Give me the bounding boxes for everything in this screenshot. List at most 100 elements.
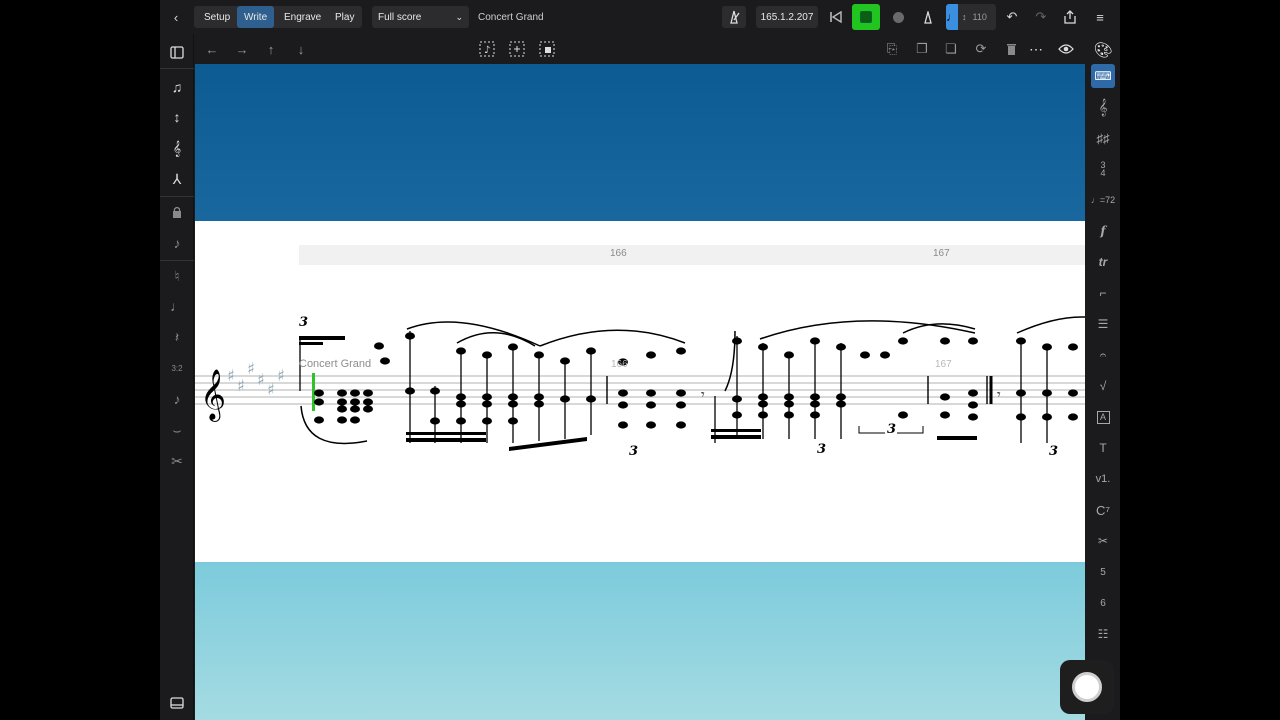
rest-icon[interactable]: 𝄽	[165, 325, 189, 349]
key-signature: ♯♯♯ ♯♯♯	[227, 359, 285, 399]
app-window: ‹ Setup Write Engrave Play Full score ⌄ …	[160, 0, 1120, 720]
fingering-icon[interactable]: 6	[1091, 591, 1115, 615]
time-signature-icon[interactable]: 34	[1091, 157, 1115, 181]
svg-text:♯: ♯	[227, 366, 235, 385]
stems	[299, 331, 1048, 443]
stop-square-icon	[860, 11, 872, 23]
mode-tab-write[interactable]: Write	[237, 6, 275, 28]
scissors-icon[interactable]: ✂	[165, 449, 189, 473]
tuplet-icon[interactable]: 3:2	[165, 356, 189, 380]
arrow-right-icon[interactable]: →	[231, 38, 253, 60]
mode-tab-engrave[interactable]: Engrave	[277, 6, 328, 28]
more-options-icon[interactable]: ⋯	[1025, 38, 1047, 60]
keyboard-icon[interactable]: ⌨	[1091, 64, 1115, 88]
redo-icon[interactable]: ↷	[1029, 6, 1053, 28]
rewind-icon[interactable]	[824, 6, 848, 28]
layout-dropdown-label: Full score	[378, 11, 422, 23]
score-view[interactable]: 166 167 𝄞 ♯ ♯ ♯ ♯ ♯ ♯ 𝄾 𝄾 3 3 3 3 3 Conc…	[195, 64, 1085, 720]
record-icon[interactable]	[886, 6, 910, 28]
quarter-note-icon: ♩	[946, 4, 958, 30]
key-signature-icon[interactable]: ♯♯	[1091, 126, 1115, 150]
dynamics-icon[interactable]: f	[1091, 219, 1115, 243]
text-icon[interactable]: T	[1091, 436, 1115, 460]
tie-icon[interactable]: ⌣	[165, 418, 189, 442]
note-heads	[314, 332, 1078, 429]
mode-tab-play[interactable]: Play	[328, 6, 361, 28]
arrow-left-icon[interactable]: ←	[201, 38, 223, 60]
holds-icon[interactable]: 𝄐	[1091, 343, 1115, 367]
left-panel: ♫ ↕ 𝄞 ⅄ ♪ ♮ ♩ 𝄽 3:2 ♪ ⌣ ✂	[160, 34, 194, 720]
arrow-up-icon[interactable]: ↑	[260, 38, 282, 60]
record-circle-icon	[1072, 672, 1102, 702]
tuplet-number: 3	[299, 315, 309, 330]
bars-icon[interactable]: ☰	[1091, 312, 1115, 336]
grace-note-icon[interactable]: ♪	[165, 231, 189, 255]
svg-text:♯: ♯	[277, 366, 285, 385]
copy-icon[interactable]: ❐	[911, 38, 933, 60]
swap-icon[interactable]: ⟳	[970, 38, 992, 60]
staff-instrument-label: Concert Grand	[299, 358, 372, 370]
undo-icon[interactable]: ↶	[1000, 6, 1024, 28]
inline-bar-number: 166	[611, 359, 628, 370]
insert-icon[interactable]: ↕	[165, 105, 189, 129]
metronome-icon[interactable]	[722, 6, 746, 28]
svg-text:♪: ♪	[484, 45, 490, 56]
screen-record-button[interactable]	[1060, 660, 1114, 714]
top-toolbar: ‹ Setup Write Engrave Play Full score ⌄ …	[160, 0, 1120, 34]
more-icon[interactable]: ☷	[1091, 622, 1115, 646]
treble-clef: 𝄞	[200, 369, 226, 422]
palette-icon[interactable]: 🎨︎	[1091, 38, 1115, 62]
tempo-icon[interactable]: ♩=72	[1091, 188, 1115, 212]
back-chevron-icon[interactable]: ‹	[164, 6, 188, 28]
secondary-toolbar: ← → ↑ ↓ ♪ ⎘ ❐ ❏ ⟳	[194, 34, 1085, 64]
select-more-icon[interactable]	[536, 38, 558, 60]
svg-text:𝄾: 𝄾	[701, 387, 705, 403]
tuplet-number: 3	[1049, 444, 1059, 459]
svg-text:♯: ♯	[267, 380, 275, 399]
mode-tab-setup[interactable]: Setup	[197, 6, 237, 28]
lock-icon[interactable]	[165, 200, 189, 224]
arrow-down-icon[interactable]: ↓	[290, 38, 312, 60]
chord-symbol-icon[interactable]: C⁷	[1091, 498, 1115, 522]
filter-icon[interactable]: ⎘	[881, 38, 903, 60]
staff-system[interactable]: 𝄞 ♯♯♯ ♯♯♯ 𝄾 𝄾	[195, 221, 1085, 562]
accidental-icon[interactable]: ♮	[165, 264, 189, 288]
chord-icon[interactable]: 𝄞	[165, 136, 189, 160]
note-input-icon[interactable]: ♫	[165, 75, 189, 99]
note-select-icon[interactable]: ♪	[476, 38, 498, 60]
svg-text:♯: ♯	[237, 376, 245, 395]
playing-techniques-icon[interactable]: √	[1091, 374, 1115, 398]
tuplet-number: 3	[887, 422, 897, 437]
staff-lines	[195, 375, 1085, 405]
clef-icon[interactable]: 𝄞	[1091, 95, 1115, 119]
duration-icon[interactable]: ♩	[165, 294, 189, 318]
score-page[interactable]: 166 167 𝄞 ♯ ♯ ♯ ♯ ♯ ♯ 𝄾 𝄾 3 3 3 3 3 Conc…	[195, 221, 1085, 562]
keyboard-panel-icon[interactable]	[165, 691, 189, 715]
beams	[299, 336, 977, 451]
record-mode-button[interactable]	[852, 4, 880, 30]
select-add-icon[interactable]	[506, 38, 528, 60]
trash-icon[interactable]	[1000, 38, 1022, 60]
note-icon[interactable]: ♪	[165, 387, 189, 411]
share-icon[interactable]	[1058, 6, 1082, 28]
layout-dropdown[interactable]: Full score ⌄	[372, 6, 469, 28]
project-title: Concert Grand	[478, 11, 544, 23]
repeat-icon[interactable]: ⌐	[1091, 281, 1115, 305]
lyrics-icon[interactable]: v1.	[1091, 467, 1115, 491]
eye-icon[interactable]	[1055, 38, 1077, 60]
svg-text:♯: ♯	[247, 359, 255, 378]
inline-bar-number: 167	[935, 359, 952, 370]
hamburger-menu-icon[interactable]: ≡	[1088, 6, 1112, 28]
svg-text:𝄾: 𝄾	[997, 387, 1001, 403]
slash-icon[interactable]: ⅄	[165, 167, 189, 191]
tempo-control[interactable]: ♩ ↕ 110	[946, 4, 996, 30]
cues-icon[interactable]: ✂	[1091, 529, 1115, 553]
figured-bass-icon[interactable]: 5	[1091, 560, 1115, 584]
right-panel: 🎨︎ ⌨ 𝄞 ♯♯ 34 ♩=72 f tr ⌐ ☰ 𝄐 √ A T v1. C…	[1085, 34, 1120, 720]
sidebar-toggle-icon[interactable]	[165, 40, 189, 64]
click-icon[interactable]	[916, 6, 940, 28]
rests: 𝄾 𝄾	[701, 387, 1001, 403]
paste-icon[interactable]: ❏	[940, 38, 962, 60]
ornaments-icon[interactable]: tr	[1091, 250, 1115, 274]
rehearsal-mark-icon[interactable]: A	[1091, 405, 1115, 429]
